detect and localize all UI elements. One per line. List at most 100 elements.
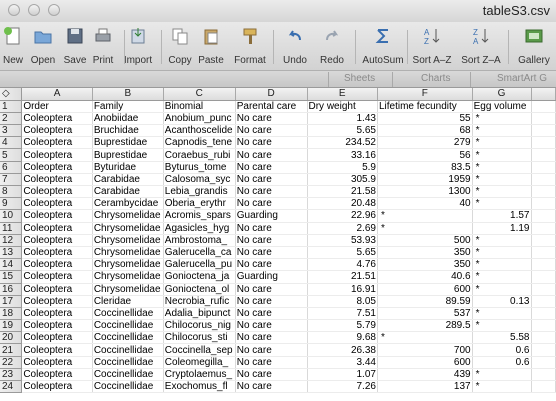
cell[interactable]: 5.79 xyxy=(307,319,378,333)
column-header-b[interactable]: B xyxy=(92,88,164,101)
cell[interactable]: Bruchidae xyxy=(92,124,164,138)
cell[interactable]: Byturus_tome xyxy=(163,161,236,174)
cell[interactable]: No care xyxy=(235,222,308,235)
cell[interactable]: Coleoptera xyxy=(21,380,93,394)
toolbar-sort-z-a-button[interactable]: Z A Sort Z–A xyxy=(459,24,503,68)
cell[interactable] xyxy=(531,234,556,247)
cell[interactable]: No care xyxy=(235,173,308,187)
row-header[interactable]: 24 xyxy=(0,380,23,394)
cell[interactable]: * xyxy=(377,222,473,235)
column-header-f[interactable]: F xyxy=(377,88,473,101)
cell[interactable] xyxy=(531,197,556,211)
cell[interactable]: 26.38 xyxy=(307,343,378,357)
cell[interactable] xyxy=(531,246,556,260)
cell[interactable]: Anobium_punc xyxy=(163,112,236,126)
cell[interactable]: 5.9 xyxy=(307,161,378,174)
cell[interactable] xyxy=(531,124,556,138)
cell[interactable]: 439 xyxy=(377,368,473,382)
row-header[interactable]: 14 xyxy=(0,258,23,272)
cell[interactable]: 5.65 xyxy=(307,246,378,260)
cell[interactable]: 40 xyxy=(377,197,473,211)
cell[interactable]: * xyxy=(472,246,532,260)
cell[interactable]: 600 xyxy=(377,356,473,369)
cell[interactable]: * xyxy=(472,283,532,296)
cell[interactable]: No care xyxy=(235,368,308,382)
cell[interactable]: Agasicles_hyg xyxy=(163,222,236,235)
select-all-corner[interactable]: ◇ xyxy=(0,88,23,101)
column-header-g[interactable]: G xyxy=(472,88,532,101)
cell[interactable]: 1300 xyxy=(377,185,473,199)
cell[interactable]: No care xyxy=(235,283,308,296)
cell[interactable]: Coleoptera xyxy=(21,173,93,187)
cell[interactable]: Chrysomelidae xyxy=(92,258,164,272)
cell[interactable]: * xyxy=(377,209,473,223)
toolbar-import-button[interactable]: Import xyxy=(121,24,155,68)
cell[interactable]: Chrysomelidae xyxy=(92,270,164,284)
cell[interactable]: Carabidae xyxy=(92,173,164,187)
cell[interactable]: 9.68 xyxy=(307,331,378,345)
cell[interactable]: Acromis_spars xyxy=(163,209,236,223)
cell[interactable] xyxy=(531,161,556,174)
row-header[interactable]: 16 xyxy=(0,283,23,296)
cell[interactable] xyxy=(531,343,556,357)
ribbon-tab-charts[interactable]: Charts xyxy=(421,73,450,84)
cell[interactable]: 0.6 xyxy=(472,343,532,357)
cell[interactable]: Oberia_erythr xyxy=(163,197,236,211)
cell[interactable]: Exochomus_fl xyxy=(163,380,236,394)
cell[interactable] xyxy=(531,331,556,345)
toolbar-new-button[interactable]: New xyxy=(0,24,27,68)
cell[interactable]: Acanthoscelide xyxy=(163,124,236,138)
row-header[interactable]: 15 xyxy=(0,270,23,284)
cell[interactable]: 1.57 xyxy=(472,209,532,223)
cell[interactable]: Gonioctena_ja xyxy=(163,270,236,284)
cell[interactable] xyxy=(531,209,556,223)
cell[interactable] xyxy=(531,148,556,162)
cell[interactable]: Coccinellidae xyxy=(92,343,164,357)
cell[interactable]: 289.5 xyxy=(377,319,473,333)
cell[interactable]: Coleoptera xyxy=(21,197,93,211)
cell[interactable]: 350 xyxy=(377,246,473,260)
cell[interactable]: No care xyxy=(235,124,308,138)
cell[interactable]: Coleoptera xyxy=(21,209,93,223)
cell[interactable] xyxy=(531,222,556,235)
cell[interactable]: Coleoptera xyxy=(21,343,93,357)
cell[interactable]: Coleoptera xyxy=(21,136,93,150)
cell[interactable] xyxy=(531,258,556,272)
cell[interactable]: Coleoptera xyxy=(21,258,93,272)
toolbar-undo-button[interactable]: Undo xyxy=(281,24,309,68)
toolbar-print-button[interactable]: Print xyxy=(90,24,116,68)
cell[interactable]: * xyxy=(472,307,532,321)
cell[interactable]: No care xyxy=(235,343,308,357)
row-header[interactable]: 6 xyxy=(0,161,23,174)
cell[interactable]: * xyxy=(472,136,532,150)
column-header-c[interactable]: C xyxy=(163,88,236,101)
toolbar-open-button[interactable]: Open xyxy=(29,24,57,68)
close-window-button[interactable] xyxy=(8,4,20,16)
cell[interactable]: 7.26 xyxy=(307,380,378,394)
cell[interactable]: Coleoptera xyxy=(21,222,93,235)
cell[interactable]: 5.58 xyxy=(472,331,532,345)
cell[interactable]: * xyxy=(472,258,532,272)
cell[interactable]: 83.5 xyxy=(377,161,473,174)
cell[interactable]: Galerucella_pu xyxy=(163,258,236,272)
cell[interactable] xyxy=(531,368,556,382)
cell[interactable]: 56 xyxy=(377,148,473,162)
cell[interactable]: Anobiidae xyxy=(92,112,164,126)
zoom-window-button[interactable] xyxy=(48,4,60,16)
cell[interactable]: 8.05 xyxy=(307,295,378,308)
cell[interactable]: Coccinellidae xyxy=(92,356,164,369)
toolbar-autosum-button[interactable]: AutoSum xyxy=(360,24,406,68)
cell[interactable]: Buprestidae xyxy=(92,136,164,150)
cell[interactable]: Coccinellidae xyxy=(92,368,164,382)
toolbar-format-button[interactable]: Format xyxy=(232,24,268,68)
row-header[interactable]: 1 xyxy=(0,100,23,113)
cell[interactable]: 1.07 xyxy=(307,368,378,382)
cell[interactable]: Coccinellidae xyxy=(92,319,164,333)
row-header[interactable]: 21 xyxy=(0,343,23,357)
cell[interactable]: Order xyxy=(21,100,93,113)
cell[interactable]: Coccinellidae xyxy=(92,331,164,345)
cell[interactable]: 3.44 xyxy=(307,356,378,369)
cell[interactable] xyxy=(531,356,556,369)
cell[interactable]: 2.69 xyxy=(307,222,378,235)
cell[interactable]: Coleoptera xyxy=(21,148,93,162)
